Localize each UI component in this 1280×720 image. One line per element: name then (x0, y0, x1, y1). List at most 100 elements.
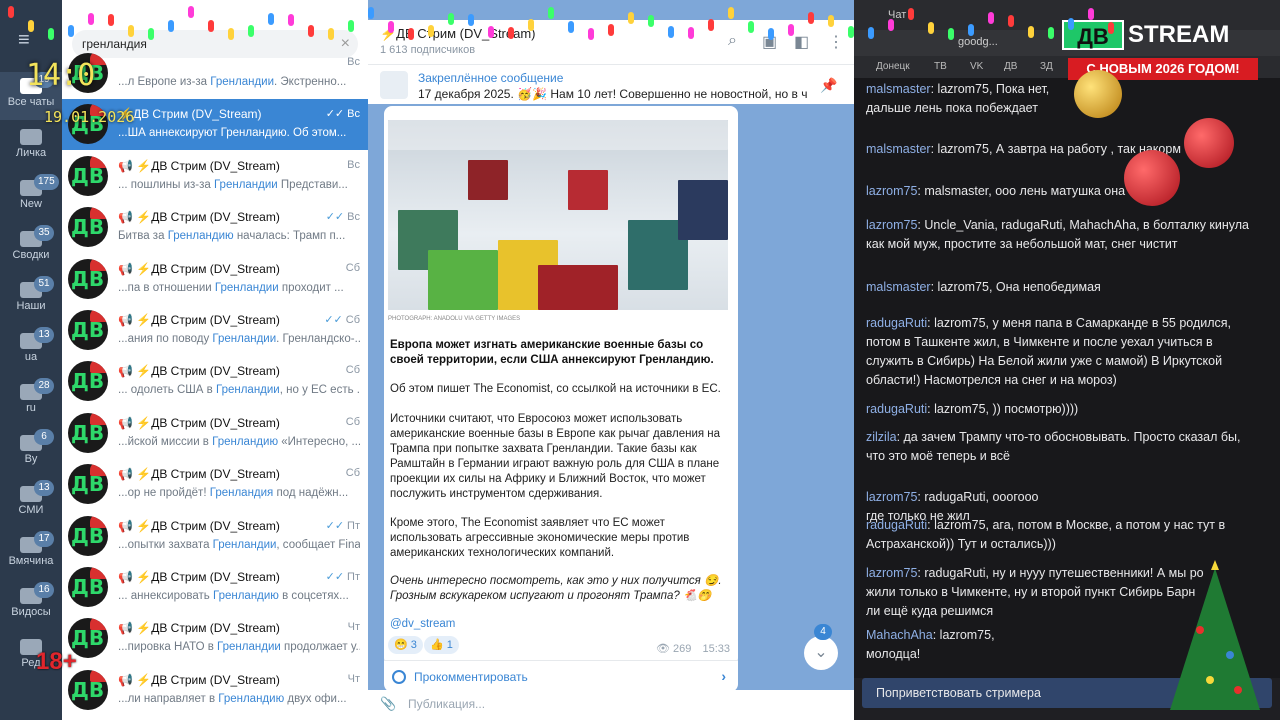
garland-bulb (888, 18, 894, 31)
chat-preview: ...ли направляет в Гренландию двух офи..… (118, 693, 360, 705)
message-composer[interactable]: 📎 Публикация... (368, 690, 854, 720)
chat-time-label: Вс (347, 211, 360, 224)
chat-message: lazrom75: Uncle_Vania, radugaRuti, Mahac… (866, 218, 1250, 251)
folder-item[interactable]: ru 28 (0, 378, 62, 426)
views-icon: 👁 (656, 643, 674, 655)
garland-bulb (108, 13, 114, 26)
chat-row[interactable]: ДВ 📢 ⚡ДВ Стрим (DV_Stream) Вс ... пошлины и… (62, 151, 368, 202)
chat-row[interactable]: ДВ ⚡ДВ Стрим (DV_Stream) ✓✓ Вс ...ША аннекси… (62, 99, 368, 151)
chat-time-label: Чт (347, 672, 360, 685)
chat-row[interactable]: ДВ 📢 ⚡ДВ Стрим (DV_Stream) ✓✓ Пт ... аннекси… (62, 562, 368, 613)
search-icon[interactable]: ⌕ (728, 32, 737, 50)
chat-row[interactable]: ДВ 📢 ⚡ДВ Стрим (DV_Stream) ✓✓ Пт ...опытки з… (62, 511, 368, 562)
message-user[interactable]: lazrom75 (866, 184, 917, 198)
message-user[interactable]: zilzila (866, 430, 897, 444)
bookmark-4[interactable]: ДВ (1004, 61, 1017, 72)
message-user[interactable]: malsmaster (866, 280, 931, 294)
message-user[interactable]: lazrom75 (866, 566, 917, 580)
folder-badge: 6 (34, 429, 54, 445)
chat-row[interactable]: ДВ 📢 ⚡ДВ Стрим (DV_Stream) Сб ...па в отнош… (62, 254, 368, 305)
chat-name: 📢 ⚡ДВ Стрим (DV_Stream) (118, 621, 280, 636)
preview-highlight: Гренландии (215, 384, 280, 397)
chat-time-label: Сб (345, 467, 360, 480)
message-text-line: области!) Насмотрелся на снег и на мороз… (866, 373, 1117, 387)
chat-row[interactable]: ДВ 📢 ⚡ДВ Стрим (DV_Stream) Сб ... одолеть С… (62, 356, 368, 407)
message-user[interactable]: radugaRuti (866, 316, 927, 330)
garland-bulb (928, 21, 934, 34)
read-check-icon: ✓✓ (325, 211, 345, 224)
bookmark-5[interactable]: ЗД (1040, 61, 1053, 72)
bookmark-3[interactable]: VK (970, 61, 983, 72)
channel-link[interactable]: @dv_stream (390, 618, 455, 630)
preview-highlight: Гренландии (214, 281, 279, 294)
chat-time-label: Вс (347, 158, 360, 171)
garland-bulb (608, 24, 614, 37)
folder-item[interactable]: Видосы 16 (0, 582, 62, 630)
preview-post: , но у ЕС есть ... (279, 384, 360, 397)
pinned-text: 17 декабря 2025. 🥳🎉 Нам 10 лет! Совершен… (418, 87, 808, 101)
folder-item[interactable]: СМИ 13 (0, 480, 62, 528)
reaction-thumbs-up[interactable]: 👍 1 (424, 636, 459, 654)
scroll-down-button[interactable]: ⌄ 4 (804, 624, 838, 670)
chat-name: 📢 ⚡ДВ Стрим (DV_Stream) (118, 313, 280, 327)
folder-badge: 13 (34, 480, 54, 496)
chat-time-label: Вс (347, 56, 360, 68)
message-user[interactable]: radugaRuti (866, 518, 927, 532)
message-user[interactable]: lazrom75 (866, 490, 917, 504)
chat-row[interactable]: ДВ 📢 ⚡ДВ Стрим (DV_Stream) ✓✓ Вс Битва за Гр… (62, 202, 368, 253)
preview-highlight: Гренландии (212, 333, 277, 345)
chat-row[interactable]: ДВ 📢 ⚡ДВ Стрим (DV_Stream) Чт ...ли направл… (62, 665, 368, 716)
chat-row[interactable]: ДВ 📢 ⚡ДВ Стрим (DV_Stream) Сб ...ор не прой… (62, 459, 368, 510)
message-user[interactable]: malsmaster (866, 82, 931, 96)
folder-item[interactable]: ua 13 (0, 327, 62, 375)
chat-time: ✓✓ Вс (326, 210, 360, 223)
folder-item[interactable]: By 6 (0, 429, 62, 477)
comment-button[interactable]: Прокомментировать › (384, 660, 738, 692)
chat-row[interactable]: ДВ 📢 ⚡ДВ Стрим (DV_Stream) Сб ...йской мисс… (62, 408, 368, 459)
garland-bulb (168, 19, 174, 32)
garland-bulb (308, 25, 314, 38)
view-count: 269 (673, 643, 692, 655)
folder-badge: 13 (34, 327, 54, 343)
bookmark-2[interactable]: ТВ (934, 61, 947, 72)
post-photo[interactable] (388, 120, 728, 310)
message-user[interactable]: MahachAha (866, 628, 933, 642)
chat-name: 📢 ⚡ДВ Стрим (DV_Stream) (118, 467, 280, 482)
message-user[interactable]: malsmaster (866, 142, 931, 156)
menu-icon[interactable]: ≡ (18, 30, 40, 50)
pin-list-icon[interactable]: 📌 (820, 77, 837, 94)
folder-item[interactable]: Вмячина 17 (0, 531, 62, 579)
folder-item[interactable]: Сводки 35 (0, 225, 62, 273)
garland-bulb (8, 6, 14, 18)
message-text-line: ли ещё куда решимся (866, 604, 994, 618)
preview-post: под надёжн... (273, 487, 349, 500)
chat-preview: ...ор не пройдёт! Гренландия под надёжн.… (118, 487, 360, 499)
folder-item[interactable]: Наши 51 (0, 276, 62, 324)
channel-avatar: ДВ (68, 155, 108, 196)
folder-item[interactable]: Личка (0, 123, 62, 171)
channel-avatar: ДВ (68, 567, 108, 607)
reaction-laugh[interactable]: 😁 3 (388, 636, 423, 654)
garland-bulb (248, 24, 254, 37)
pinned-message[interactable]: Закреплённое сообщение 17 декабря 2025. … (368, 64, 854, 104)
message-user[interactable]: radugaRuti (866, 402, 927, 416)
url-text: goodg... (958, 36, 998, 48)
chat-row[interactable]: ДВ 📢 ⚡ДВ Стрим (DV_Stream) ✓✓ Сб ...ания по … (62, 305, 368, 356)
chat-row[interactable]: ДВ Вс ...л Европе из-за Гренландии. Экстре… (62, 48, 368, 99)
bookmark-1[interactable]: Донецк (876, 61, 910, 72)
folder-item[interactable]: Все чаты 19 (0, 72, 62, 120)
message-user[interactable]: lazrom75 (866, 218, 917, 232)
more-menu-icon[interactable]: ⋮ (828, 32, 844, 52)
sidebar-toggle-icon[interactable]: ◧ (794, 32, 809, 52)
garland-bulb (628, 12, 634, 25)
preview-post: проходит ... (278, 281, 344, 294)
chat-preview: ...опытки захвата Гренландии, сообщает F… (118, 539, 360, 551)
chat-row[interactable]: ДВ 📢 ⚡ДВ Стрим (DV_Stream) Чт ...пировка НА… (62, 613, 368, 664)
chat-preview: ... одолеть США в Гренландии, но у ЕС ес… (118, 384, 360, 396)
chevron-right-icon: › (721, 668, 726, 684)
chat-preview: ... пошлины из-за Гренландии Представи..… (118, 179, 360, 191)
attach-icon[interactable]: 📎 (380, 696, 396, 712)
read-check-icon: ✓✓ (325, 571, 345, 583)
folder-item[interactable]: New 175 (0, 174, 62, 222)
garland-bulb (1008, 15, 1014, 28)
